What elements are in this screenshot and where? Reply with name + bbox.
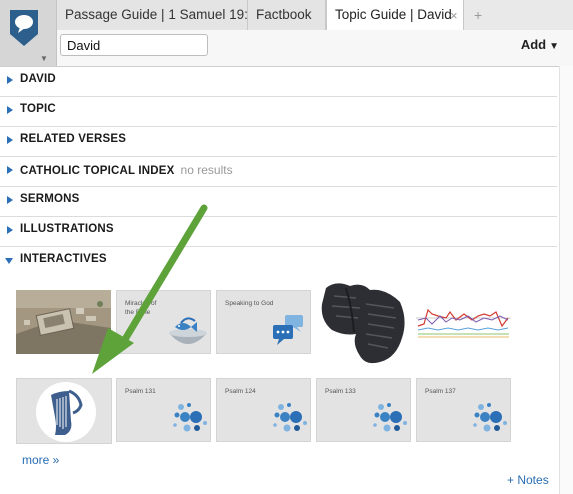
line-chart-image [416, 308, 511, 338]
tab-label: Topic Guide | David [335, 7, 452, 22]
tab-factbook[interactable]: Factbook [248, 0, 326, 30]
interactive-miracles-of-the-bible[interactable]: Miracles of the Bible [116, 290, 211, 354]
bubble-cluster-icon [173, 403, 207, 432]
interactive-aerial-photo[interactable] [16, 290, 111, 354]
chevron-down-icon: ▼ [40, 54, 48, 63]
caption-line: Miracles of [125, 300, 157, 307]
section-illustrations[interactable]: ILLUSTRATIONS [0, 216, 557, 247]
chat-bubbles-icon [273, 315, 303, 345]
close-icon[interactable]: × [450, 8, 458, 23]
section-david[interactable]: DAVID [0, 66, 557, 97]
collapse-arrow-icon [5, 258, 13, 264]
tab-label: Factbook [256, 7, 312, 22]
section-label-text: CATHOLIC TOPICAL INDEX [20, 165, 175, 177]
section-interactives[interactable]: INTERACTIVES [0, 246, 557, 276]
interactive-caption: Psalm 131 [125, 388, 156, 395]
logos-logo-icon [10, 10, 38, 46]
expand-arrow-icon [7, 196, 13, 204]
add-button-label: Add [520, 37, 547, 52]
tab-topic-guide[interactable]: Topic Guide | David [326, 0, 464, 31]
tab-passage-guide[interactable]: Passage Guide | 1 Samuel 19:1–7 [57, 0, 270, 30]
interactive-line-chart[interactable] [416, 290, 511, 354]
interactive-caption: Psalm 137 [425, 388, 456, 395]
section-label: INTERACTIVES [20, 253, 107, 265]
expand-arrow-icon [7, 226, 13, 234]
section-label: RELATED VERSES [20, 133, 127, 145]
section-topic[interactable]: TOPIC [0, 96, 557, 127]
app-menu-button[interactable]: ▼ [0, 0, 57, 66]
interactive-psalm-133[interactable]: Psalm 133 [316, 378, 411, 442]
section-label: DAVID [20, 73, 56, 85]
harp-icon [36, 382, 96, 442]
add-notes-link[interactable]: + Notes [507, 473, 549, 487]
add-button[interactable]: Add ▼ [521, 37, 559, 52]
scrollbar[interactable] [559, 66, 573, 494]
section-label: TOPIC [20, 103, 56, 115]
stone-tablet-image [321, 283, 405, 364]
interactive-caption: Miracles of the Bible [125, 299, 156, 317]
interactive-psalm-137[interactable]: Psalm 137 [416, 378, 511, 442]
interactive-psalm-131[interactable]: Psalm 131 [116, 378, 211, 442]
tab-label: Passage Guide | 1 Samuel 19:1–7 [65, 7, 271, 22]
section-related-verses[interactable]: RELATED VERSES [0, 126, 557, 157]
expand-arrow-icon [7, 166, 13, 174]
no-results-note: no results [180, 163, 233, 177]
bubble-cluster-icon [473, 403, 507, 432]
expand-arrow-icon [7, 76, 13, 84]
bubble-cluster-icon [373, 403, 407, 432]
aerial-photo-image [16, 290, 111, 354]
new-tab-button[interactable]: + [474, 0, 482, 30]
interactive-caption: Psalm 124 [225, 388, 256, 395]
section-label: ILLUSTRATIONS [20, 223, 114, 235]
section-label: SERMONS [20, 193, 80, 205]
caption-line: the Bible [125, 309, 151, 316]
interactive-psalms-harp[interactable] [16, 378, 112, 444]
bubble-cluster-icon [273, 403, 307, 432]
section-catholic-topical-index[interactable]: CATHOLIC TOPICAL INDEX no results [0, 156, 557, 187]
bowl-fish-icon [169, 317, 207, 344]
section-label: CATHOLIC TOPICAL INDEX no results [20, 163, 233, 177]
interactive-speaking-to-god[interactable]: Speaking to God [216, 290, 311, 354]
interactive-caption: Speaking to God [225, 300, 274, 307]
search-input[interactable] [60, 34, 208, 56]
interactive-stone-tablet[interactable] [316, 278, 411, 366]
interactive-psalm-124[interactable]: Psalm 124 [216, 378, 311, 442]
section-sermons[interactable]: SERMONS [0, 186, 557, 217]
chevron-down-icon: ▼ [549, 41, 559, 52]
expand-arrow-icon [7, 136, 13, 144]
interactive-caption: Psalm 133 [325, 388, 356, 395]
more-interactives-link[interactable]: more » [22, 453, 59, 467]
expand-arrow-icon [7, 106, 13, 114]
